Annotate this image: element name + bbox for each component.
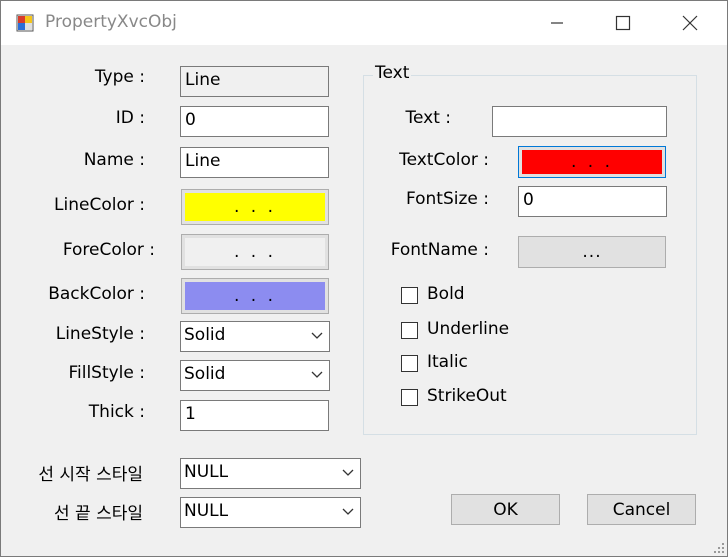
- backcolor-label: BackColor :: [48, 284, 145, 304]
- name-label: Name :: [83, 150, 145, 170]
- linestyle-label: LineStyle :: [55, 324, 145, 344]
- linestyle-value: Solid: [184, 325, 226, 345]
- linecolor-swatch: . . .: [185, 193, 325, 221]
- italic-checkbox[interactable]: [401, 355, 418, 372]
- underline-label: Underline: [427, 319, 510, 339]
- ok-button[interactable]: OK: [451, 494, 560, 525]
- minimize-button[interactable]: [534, 1, 580, 45]
- end-style-value: NULL: [184, 501, 229, 521]
- maximize-icon: [615, 15, 631, 31]
- bold-label: Bold: [427, 284, 465, 304]
- italic-label: Italic: [427, 352, 468, 372]
- text-label: Text :: [405, 108, 451, 128]
- close-icon: [682, 15, 698, 31]
- forecolor-swatch: . . .: [185, 238, 325, 266]
- end-style-select[interactable]: NULL: [180, 497, 361, 528]
- fillstyle-select[interactable]: Solid: [180, 360, 330, 391]
- id-field[interactable]: 0: [180, 106, 329, 137]
- forecolor-label: ForeColor :: [62, 240, 155, 260]
- linecolor-button[interactable]: . . .: [181, 189, 329, 225]
- start-style-label: 선 시작 스타일: [38, 465, 143, 485]
- type-field: Line: [180, 66, 329, 97]
- id-label: ID :: [115, 108, 145, 128]
- resize-grip-icon[interactable]: [713, 542, 725, 554]
- textcolor-swatch: . . .: [522, 150, 662, 174]
- cancel-button[interactable]: Cancel: [587, 494, 696, 525]
- thick-field[interactable]: 1: [180, 400, 329, 431]
- backcolor-button[interactable]: . . .: [181, 278, 329, 314]
- textcolor-button[interactable]: . . .: [518, 146, 666, 178]
- fontsize-field[interactable]: 0: [518, 186, 667, 217]
- forecolor-button[interactable]: . . .: [181, 234, 329, 270]
- type-label: Type :: [94, 67, 145, 87]
- maximize-button[interactable]: [600, 1, 646, 45]
- property-dialog: PropertyXvcObj Type : Line ID : 0 Name :…: [0, 0, 728, 557]
- chevron-down-icon: [311, 371, 323, 378]
- close-button[interactable]: [667, 1, 713, 45]
- underline-checkbox[interactable]: [401, 322, 418, 339]
- start-style-select[interactable]: NULL: [180, 458, 361, 489]
- minimize-icon: [551, 22, 563, 24]
- linecolor-label: LineColor :: [54, 195, 145, 215]
- text-group-title: Text: [373, 63, 412, 83]
- backcolor-swatch: . . .: [185, 282, 325, 310]
- linestyle-select[interactable]: Solid: [180, 321, 330, 352]
- chevron-down-icon: [311, 332, 323, 339]
- chevron-down-icon: [342, 469, 354, 476]
- text-field[interactable]: [492, 106, 667, 137]
- strikeout-label: StrikeOut: [427, 386, 507, 406]
- fillstyle-label: FillStyle :: [68, 363, 145, 383]
- start-style-value: NULL: [184, 462, 229, 482]
- name-field[interactable]: Line: [180, 147, 329, 178]
- strikeout-checkbox[interactable]: [401, 389, 418, 406]
- end-style-label: 선 끝 스타일: [53, 504, 143, 524]
- fontsize-label: FontSize :: [405, 189, 489, 209]
- thick-label: Thick :: [88, 402, 145, 422]
- app-icon: [16, 14, 34, 32]
- fillstyle-value: Solid: [184, 364, 226, 384]
- title-bar: PropertyXvcObj: [1, 1, 727, 45]
- fontname-button[interactable]: ...: [518, 236, 666, 268]
- bold-checkbox[interactable]: [401, 287, 418, 304]
- fontname-label: FontName :: [390, 240, 489, 260]
- chevron-down-icon: [342, 508, 354, 515]
- textcolor-label: TextColor :: [399, 150, 489, 170]
- window-title: PropertyXvcObj: [45, 12, 177, 32]
